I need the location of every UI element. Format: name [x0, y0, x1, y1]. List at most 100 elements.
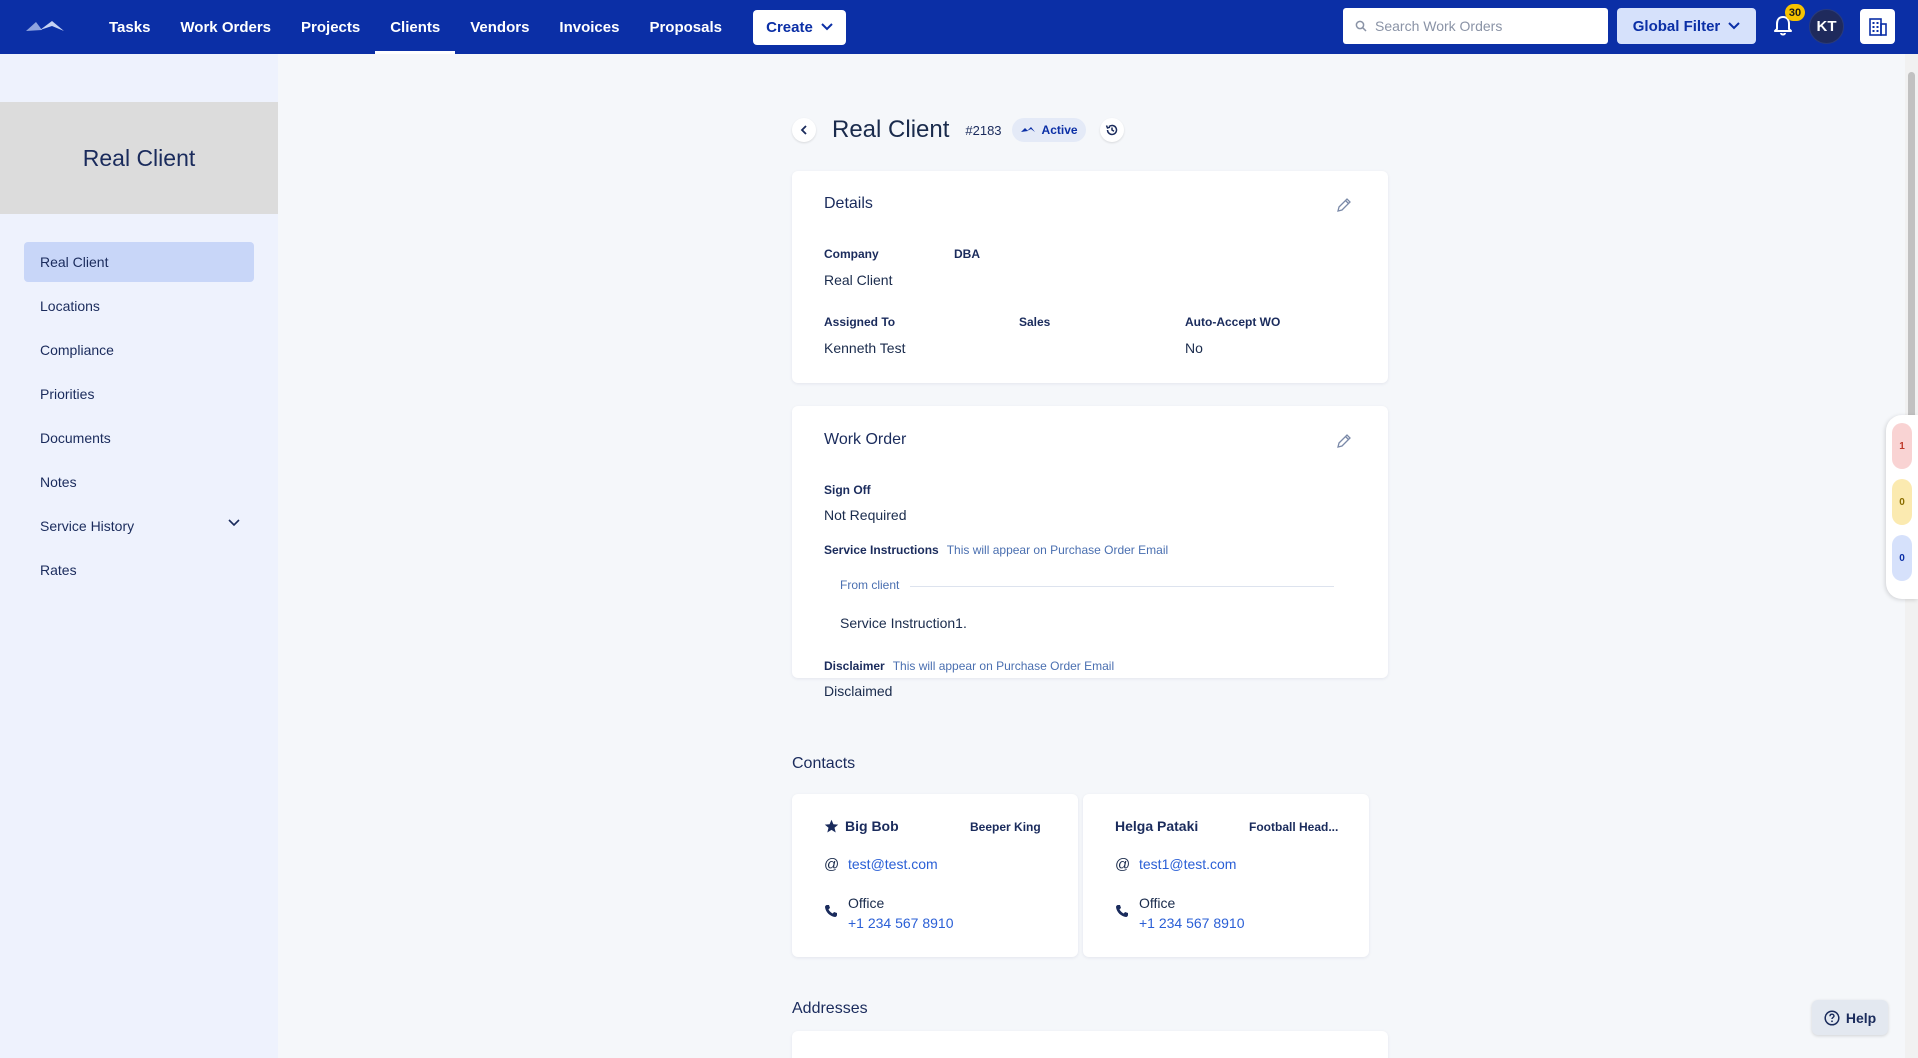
phone-icon [825, 905, 837, 917]
nav-clients[interactable]: Clients [375, 0, 456, 54]
from-client-label: From client [840, 578, 900, 592]
sign-off-value: Not Required [824, 507, 907, 523]
chevron-down-icon [821, 23, 833, 31]
from-client-divider [910, 586, 1334, 587]
sidebar-item-documents[interactable]: Documents [24, 418, 254, 458]
pencil-icon[interactable] [1336, 197, 1352, 213]
logo[interactable] [24, 17, 68, 37]
contact-name-text: Big Bob [845, 818, 899, 834]
sidebar-item-rates[interactable]: Rates [24, 550, 254, 590]
global-filter-label: Global Filter [1632, 17, 1721, 35]
contact-phone[interactable]: +1 234 567 8910 [1139, 915, 1245, 931]
client-id: #2183 [965, 122, 1002, 138]
status-icon [1020, 127, 1035, 132]
auto-accept-label: Auto-Accept WO [1185, 315, 1281, 329]
nav-vendors[interactable]: Vendors [455, 0, 544, 54]
main-content: Real Client #2183 Active Details Company… [278, 54, 1918, 1058]
contact-name: Big Bob [824, 818, 899, 834]
phone-icon [1116, 905, 1128, 917]
search-box [1343, 8, 1608, 44]
counter-pill-yellow[interactable]: 0 [1892, 479, 1912, 525]
history-icon [1105, 124, 1117, 136]
page-header: Real Client #2183 Active [792, 116, 1124, 144]
building-icon [1868, 17, 1887, 36]
contact-email[interactable]: test1@test.com [1139, 856, 1236, 872]
contact-card[interactable]: Helga Pataki Football Head... @ test1@te… [1083, 794, 1369, 957]
sidebar-item-label: Compliance [40, 342, 114, 358]
addresses-title: Addresses [792, 1000, 868, 1017]
disclaimer-value: Disclaimed [824, 683, 893, 699]
counter-pill-red[interactable]: 1 [1892, 423, 1912, 469]
side-counter-widget: 1 0 0 [1886, 415, 1918, 599]
company-value: Real Client [824, 272, 893, 288]
sidebar-item-compliance[interactable]: Compliance [24, 330, 254, 370]
chevron-down-icon[interactable] [228, 519, 240, 527]
avatar[interactable]: KT [1809, 9, 1844, 44]
auto-accept-value: No [1185, 340, 1203, 356]
star-icon [824, 819, 839, 832]
back-button[interactable] [792, 118, 816, 142]
sign-off-label: Sign Off [824, 483, 871, 497]
help-label: Help [1845, 1009, 1877, 1026]
chevron-left-icon [800, 125, 807, 135]
nav-links: Tasks Work Orders Projects Clients Vendo… [94, 0, 737, 54]
sidebar-item-label: Priorities [40, 386, 95, 402]
sidebar-item-priorities[interactable]: Priorities [24, 374, 254, 414]
sidebar-item-label: Service History [40, 518, 135, 534]
dba-label: DBA [954, 247, 980, 261]
sidebar-item-notes[interactable]: Notes [24, 462, 254, 502]
sidebar-item-label: Locations [40, 298, 100, 314]
history-button[interactable] [1099, 118, 1124, 142]
disclaimer-label: Disclaimer This will appear on Purchase O… [824, 659, 1114, 673]
nav-projects[interactable]: Projects [286, 0, 375, 54]
details-card: Details Company DBA Real Client Assigned… [792, 171, 1388, 383]
contact-email[interactable]: test@test.com [848, 856, 938, 872]
service-instructions-hint: This will appear on Purchase Order Email [946, 543, 1169, 557]
work-order-card: Work Order Sign Off Not Required Service… [792, 406, 1388, 678]
create-label: Create [766, 18, 813, 36]
sidebar-menu: Real Client Locations Compliance Priorit… [24, 242, 254, 594]
logo-icon [26, 21, 64, 31]
chevron-down-icon [1728, 22, 1740, 30]
search-icon [1355, 20, 1367, 32]
sidebar-item-locations[interactable]: Locations [24, 286, 254, 326]
notification-badge: 30 [1785, 4, 1805, 21]
addresses-card [792, 1031, 1388, 1058]
sidebar-item-real-client[interactable]: Real Client [24, 242, 254, 282]
scrollbar-thumb[interactable] [1908, 72, 1915, 452]
help-icon [1824, 1009, 1840, 1026]
disclaimer-title: Disclaimer [824, 659, 885, 673]
at-icon: @ [824, 856, 840, 873]
contact-phone-label: Office [1139, 895, 1176, 911]
assigned-to-value: Kenneth Test [824, 340, 906, 356]
contact-phone-label: Office [848, 895, 885, 911]
pencil-icon[interactable] [1336, 433, 1352, 449]
sidebar-title: Real Client [82, 144, 196, 171]
nav-proposals[interactable]: Proposals [634, 0, 737, 54]
contact-title: Football Head... [1249, 820, 1339, 834]
contact-name-text: Helga Pataki [1115, 818, 1199, 834]
service-instruction-text: Service Instruction1. [840, 615, 967, 631]
disclaimer-hint: This will appear on Purchase Order Email [892, 659, 1115, 673]
sidebar-item-service-history[interactable]: Service History [24, 506, 254, 546]
global-filter-button[interactable]: Global Filter [1617, 8, 1756, 44]
contact-card[interactable]: Big Bob Beeper King @ test@test.com Offi… [792, 794, 1078, 957]
contact-phone[interactable]: +1 234 567 8910 [848, 915, 954, 931]
sidebar-item-label: Documents [40, 430, 111, 446]
nav-tasks[interactable]: Tasks [94, 0, 165, 54]
nav-invoices[interactable]: Invoices [544, 0, 634, 54]
page-title: Real Client [832, 116, 950, 143]
help-button[interactable]: Help [1812, 1000, 1888, 1035]
create-button[interactable]: Create [752, 9, 846, 45]
nav-work-orders[interactable]: Work Orders [165, 0, 286, 54]
contacts-title: Contacts [792, 755, 856, 772]
status-label: Active [1041, 123, 1078, 137]
search-input[interactable] [1375, 18, 1595, 34]
sidebar-item-label: Notes [40, 474, 77, 490]
sidebar-header: Real Client [0, 102, 278, 214]
contact-title: Beeper King [970, 820, 1041, 834]
sales-label: Sales [1019, 315, 1051, 329]
sidebar-item-label: Real Client [40, 254, 109, 270]
counter-pill-blue[interactable]: 0 [1892, 535, 1912, 581]
company-switch-button[interactable] [1860, 9, 1895, 44]
